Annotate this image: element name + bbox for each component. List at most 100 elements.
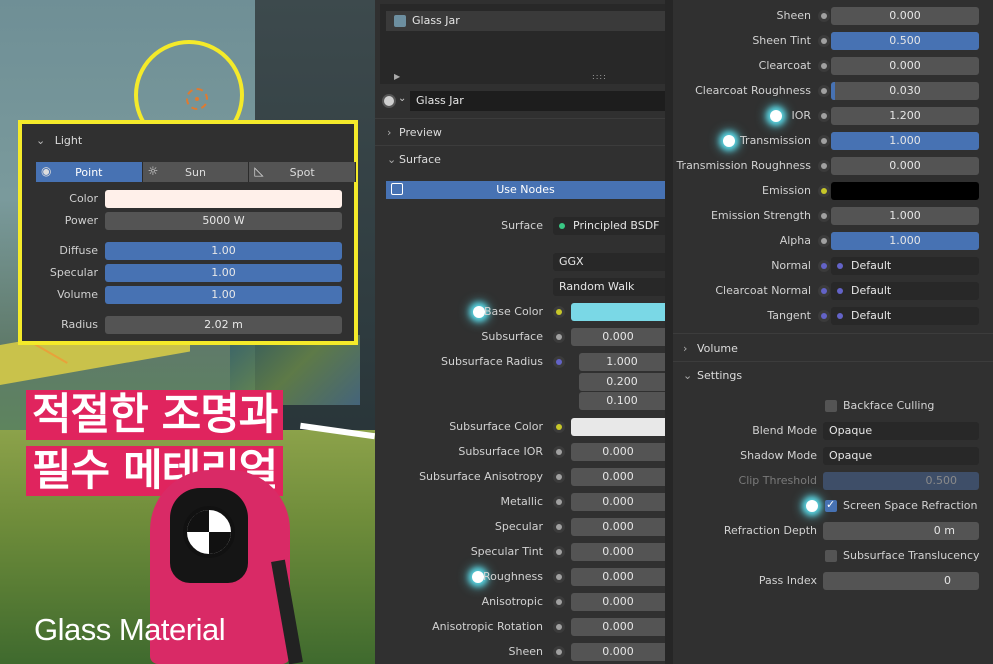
value-socket-icon[interactable]: [553, 521, 565, 533]
3d-viewport[interactable]: ⌄ Light ◉ Point ☼ Sun ◺ Spot Color Power…: [0, 0, 375, 664]
tab-sun[interactable]: ☼ Sun: [142, 162, 250, 182]
roughness-label: Roughness: [482, 570, 543, 583]
value-socket-icon[interactable]: [553, 471, 565, 483]
subsurface-ior-field[interactable]: 0.000: [571, 443, 665, 461]
value-socket-icon[interactable]: [553, 571, 565, 583]
shadow-mode-select[interactable]: Opaque: [823, 447, 979, 465]
material-datablock-selector[interactable]: ⌄ Glass Jar: [380, 91, 665, 111]
value-socket-icon[interactable]: [818, 85, 830, 97]
metallic-field[interactable]: 0.000: [571, 493, 665, 511]
right-prop-value: 0.500: [889, 34, 921, 47]
value-socket-icon[interactable]: [553, 546, 565, 558]
subsurface-radius-x[interactable]: 1.000: [579, 353, 665, 371]
tab-spot[interactable]: ◺ Spot: [249, 162, 357, 182]
vector-socket-icon[interactable]: [818, 260, 830, 272]
subsurface-color-swatch[interactable]: [571, 418, 665, 436]
right-prop-label: Normal: [771, 259, 811, 272]
right-prop-select[interactable]: Default: [831, 307, 979, 325]
right-prop-row: IOR 1.200: [673, 106, 993, 126]
distribution-select[interactable]: GGX: [553, 253, 665, 271]
color-socket-icon[interactable]: [553, 306, 565, 318]
right-prop-select[interactable]: Default: [831, 257, 979, 275]
color-socket-icon[interactable]: [553, 421, 565, 433]
backface-culling-checkbox[interactable]: [825, 400, 837, 412]
material-sphere-icon[interactable]: [382, 94, 396, 108]
section-volume[interactable]: › Volume: [673, 338, 993, 360]
subsurface-anisotropy-field[interactable]: 0.000: [571, 468, 665, 486]
right-prop-slider[interactable]: 0.000: [831, 57, 979, 75]
value-socket-icon[interactable]: [553, 331, 565, 343]
value-socket-icon[interactable]: [818, 110, 830, 122]
resize-grip-icon[interactable]: ::::: [592, 72, 607, 81]
value-socket-icon[interactable]: [818, 210, 830, 222]
right-prop-select[interactable]: Default: [831, 282, 979, 300]
use-nodes-button[interactable]: Use Nodes: [386, 181, 665, 199]
value-socket-icon[interactable]: [818, 160, 830, 172]
color-socket-icon[interactable]: [818, 185, 830, 197]
value-socket-icon[interactable]: [818, 35, 830, 47]
light-color-swatch[interactable]: [105, 190, 342, 208]
light-power-row: Power 5000 W: [22, 212, 354, 230]
material-slot-list[interactable]: Glass Jar ▶ ::::: [380, 4, 665, 84]
right-prop-slider[interactable]: 0.000: [831, 7, 979, 25]
point-light-gizmo-icon[interactable]: [186, 88, 208, 110]
specular-tint-field[interactable]: 0.000: [571, 543, 665, 561]
anisotropic-field[interactable]: 0.000: [571, 593, 665, 611]
section-surface[interactable]: ⌄ Surface: [375, 149, 665, 171]
right-prop-slider[interactable]: 0.030: [831, 82, 979, 100]
right-prop-slider[interactable]: 1.200: [831, 107, 979, 125]
value-socket-icon[interactable]: [818, 60, 830, 72]
value-socket-icon[interactable]: [818, 10, 830, 22]
right-prop-slider[interactable]: 1.000: [831, 207, 979, 225]
value-socket-icon[interactable]: [553, 646, 565, 658]
light-panel-header[interactable]: ⌄ Light: [22, 124, 354, 154]
right-prop-slider[interactable]: 1.000: [831, 132, 979, 150]
value-socket-icon[interactable]: [553, 596, 565, 608]
refraction-depth-field[interactable]: 0 m: [823, 522, 979, 540]
radius-field[interactable]: 2.02 m: [105, 316, 342, 334]
material-name-field[interactable]: Glass Jar: [410, 91, 665, 111]
value-socket-icon[interactable]: [553, 446, 565, 458]
subsurface-field[interactable]: 0.000: [571, 328, 665, 346]
specular-tint-row: Specular Tint 0.000: [375, 542, 665, 562]
specular-slider[interactable]: 1.00: [105, 264, 342, 282]
pass-index-field[interactable]: 0: [823, 572, 979, 590]
value-socket-icon[interactable]: [553, 621, 565, 633]
subsurface-method-select[interactable]: Random Walk: [553, 278, 665, 296]
screen-space-refraction-label: Screen Space Refraction: [843, 499, 978, 512]
subsurface-anisotropy-label: Subsurface Anisotropy: [419, 470, 543, 483]
blend-mode-select[interactable]: Opaque: [823, 422, 979, 440]
volume-slider[interactable]: 1.00: [105, 286, 342, 304]
anisotropic-rotation-field[interactable]: 0.000: [571, 618, 665, 636]
sun-icon: ☼: [147, 164, 159, 178]
section-preview[interactable]: › Preview: [375, 122, 665, 144]
right-prop-row: Tangent Default: [673, 306, 993, 326]
vector-socket-icon[interactable]: [553, 356, 565, 368]
right-prop-slider[interactable]: 1.000: [831, 232, 979, 250]
diffuse-slider[interactable]: 1.00: [105, 242, 342, 260]
chevron-down-icon[interactable]: ⌄: [398, 93, 406, 104]
clip-threshold-slider[interactable]: 0.500: [823, 472, 979, 490]
sheen-field[interactable]: 0.000: [571, 643, 665, 661]
right-prop-slider[interactable]: 0.500: [831, 32, 979, 50]
right-prop-slider[interactable]: 0.000: [831, 157, 979, 175]
vector-socket-icon[interactable]: [818, 285, 830, 297]
specular-field[interactable]: 0.000: [571, 518, 665, 536]
section-settings[interactable]: ⌄ Settings: [673, 365, 993, 387]
subsurface-translucency-checkbox[interactable]: [825, 550, 837, 562]
value-socket-icon[interactable]: [553, 496, 565, 508]
material-slot-item[interactable]: Glass Jar: [386, 11, 665, 31]
tab-point[interactable]: ◉ Point: [36, 162, 143, 182]
roughness-field[interactable]: 0.000: [571, 568, 665, 586]
surface-shader-select[interactable]: Principled BSDF: [553, 217, 665, 235]
expand-triangle-icon[interactable]: ▶: [394, 72, 400, 81]
screen-space-refraction-checkbox[interactable]: [825, 498, 837, 512]
value-socket-icon[interactable]: [818, 135, 830, 147]
power-field[interactable]: 5000 W: [105, 212, 342, 230]
subsurface-radius-y[interactable]: 0.200: [579, 373, 665, 391]
subsurface-radius-z[interactable]: 0.100: [579, 392, 665, 410]
emission-color-swatch[interactable]: [831, 182, 979, 200]
value-socket-icon[interactable]: [818, 235, 830, 247]
base-color-swatch[interactable]: [571, 303, 665, 321]
vector-socket-icon[interactable]: [818, 310, 830, 322]
